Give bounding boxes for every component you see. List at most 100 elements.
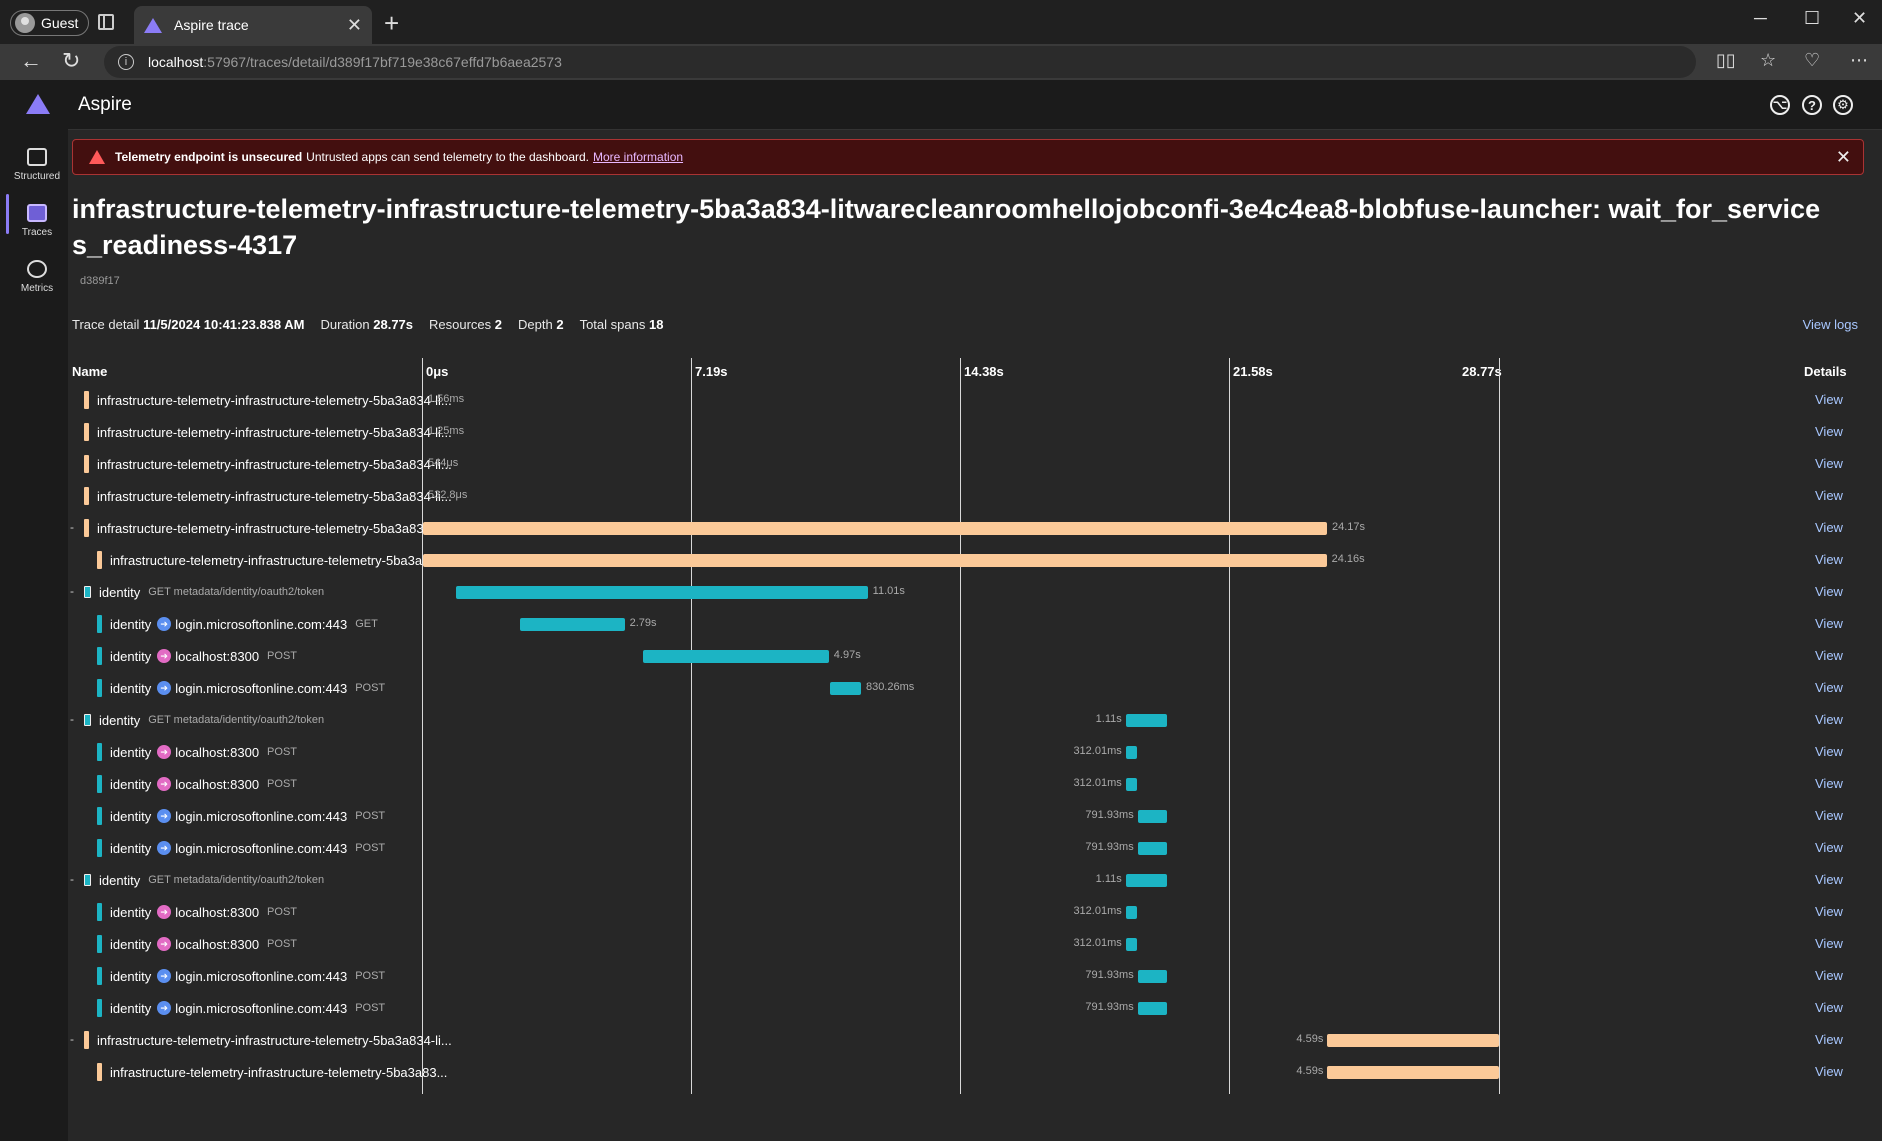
view-span-link[interactable]: View bbox=[1815, 552, 1843, 567]
span-bar[interactable] bbox=[423, 522, 1327, 535]
view-span-link[interactable]: View bbox=[1815, 744, 1843, 759]
span-bar[interactable] bbox=[1125, 874, 1168, 887]
view-span-link[interactable]: View bbox=[1815, 1032, 1843, 1047]
browser-tab[interactable]: Aspire trace ✕ bbox=[134, 6, 372, 44]
span-row[interactable]: identity ➔ localhost:8300 POST 312.01ms View bbox=[68, 896, 1882, 928]
span-row[interactable]: - infrastructure-telemetry-infrastructure… bbox=[68, 1024, 1882, 1056]
view-span-link[interactable]: View bbox=[1815, 840, 1843, 855]
span-bar[interactable] bbox=[1137, 970, 1168, 983]
span-row[interactable]: - identity GET metadata/identity/oauth2/to… bbox=[68, 704, 1882, 736]
minimize-icon[interactable]: ─ bbox=[1754, 8, 1767, 29]
view-span-link[interactable]: View bbox=[1815, 616, 1843, 631]
span-row[interactable]: infrastructure-telemetry-infrastructure-… bbox=[68, 480, 1882, 512]
close-tab-icon[interactable]: ✕ bbox=[347, 15, 362, 36]
resources-value: 2 bbox=[494, 317, 503, 332]
browser-essentials-icon[interactable]: ♡ bbox=[1804, 50, 1820, 71]
view-span-link[interactable]: View bbox=[1815, 776, 1843, 791]
collapse-toggle[interactable]: - bbox=[70, 1032, 74, 1046]
view-span-link[interactable]: View bbox=[1815, 1064, 1843, 1079]
view-span-link[interactable]: View bbox=[1815, 680, 1843, 695]
new-tab-icon[interactable]: + bbox=[384, 8, 399, 39]
span-row[interactable]: infrastructure-telemetry-infrastructure-… bbox=[68, 448, 1882, 480]
window-close-icon[interactable]: ✕ bbox=[1852, 8, 1867, 29]
site-info-icon[interactable]: i bbox=[118, 54, 134, 70]
view-logs-link[interactable]: View logs bbox=[1803, 317, 1858, 332]
traces-icon bbox=[27, 204, 47, 222]
span-row[interactable]: infrastructure-telemetry-infrastructure-… bbox=[68, 1056, 1882, 1088]
maximize-icon[interactable]: ☐ bbox=[1804, 8, 1820, 29]
view-span-link[interactable]: View bbox=[1815, 1000, 1843, 1015]
collapse-toggle[interactable]: - bbox=[70, 584, 74, 598]
collapse-toggle[interactable]: - bbox=[70, 712, 74, 726]
reader-view-icon[interactable]: ▯▯ bbox=[1716, 50, 1736, 71]
span-row[interactable]: infrastructure-telemetry-infrastructure-… bbox=[68, 384, 1882, 416]
view-span-link[interactable]: View bbox=[1815, 456, 1843, 471]
settings-icon[interactable]: ⚙ bbox=[1833, 95, 1853, 115]
view-span-link[interactable]: View bbox=[1815, 648, 1843, 663]
span-row[interactable]: identity ➔ login.microsoftonline.com:443 PO… bbox=[68, 992, 1882, 1024]
view-span-link[interactable]: View bbox=[1815, 968, 1843, 983]
span-bar[interactable] bbox=[1125, 938, 1138, 951]
collapse-toggle[interactable]: - bbox=[70, 520, 74, 534]
span-row[interactable]: infrastructure-telemetry-infrastructure-… bbox=[68, 544, 1882, 576]
view-span-link[interactable]: View bbox=[1815, 424, 1843, 439]
span-row[interactable]: identity ➔ login.microsoftonline.com:443 GE… bbox=[68, 608, 1882, 640]
back-icon[interactable]: ← bbox=[20, 48, 42, 74]
sidebar-item-metrics[interactable]: Metrics bbox=[6, 244, 68, 294]
span-row[interactable]: identity ➔ localhost:8300 POST 312.01ms View bbox=[68, 928, 1882, 960]
view-span-link[interactable]: View bbox=[1815, 808, 1843, 823]
span-row[interactable]: identity ➔ login.microsoftonline.com:443 PO… bbox=[68, 960, 1882, 992]
span-row[interactable]: identity ➔ localhost:8300 POST 312.01ms View bbox=[68, 736, 1882, 768]
span-bar[interactable] bbox=[520, 618, 625, 631]
url-field[interactable]: i localhost :57967/traces/detail/d389f17… bbox=[104, 46, 1696, 78]
view-span-link[interactable]: View bbox=[1815, 392, 1843, 407]
span-bar[interactable] bbox=[1125, 714, 1168, 727]
more-information-link[interactable]: More information bbox=[593, 150, 683, 164]
tab-actions-icon[interactable] bbox=[98, 14, 114, 30]
help-icon[interactable]: ? bbox=[1802, 95, 1822, 115]
span-row[interactable]: - identity GET metadata/identity/oauth2/to… bbox=[68, 576, 1882, 608]
span-bar[interactable] bbox=[1327, 1034, 1499, 1047]
span-bar[interactable] bbox=[1137, 1002, 1168, 1015]
view-span-link[interactable]: View bbox=[1815, 712, 1843, 727]
span-row[interactable]: identity ➔ login.microsoftonline.com:443 PO… bbox=[68, 800, 1882, 832]
view-span-link[interactable]: View bbox=[1815, 520, 1843, 535]
span-duration: 312.01ms bbox=[1073, 905, 1122, 917]
span-row[interactable]: identity ➔ login.microsoftonline.com:443 PO… bbox=[68, 832, 1882, 864]
view-span-link[interactable]: View bbox=[1815, 584, 1843, 599]
span-bar[interactable] bbox=[1327, 1066, 1499, 1079]
span-bar[interactable] bbox=[1125, 746, 1138, 759]
sidebar-item-structured[interactable]: Structured bbox=[6, 132, 68, 182]
span-bar[interactable] bbox=[455, 586, 868, 599]
span-row[interactable]: infrastructure-telemetry-infrastructure-… bbox=[68, 416, 1882, 448]
github-icon[interactable]: ⌥ bbox=[1770, 95, 1790, 115]
span-row[interactable]: identity ➔ login.microsoftonline.com:443 PO… bbox=[68, 672, 1882, 704]
span-row[interactable]: - identity GET metadata/identity/oauth2/to… bbox=[68, 864, 1882, 896]
span-row[interactable]: identity ➔ localhost:8300 POST 4.97s View bbox=[68, 640, 1882, 672]
span-resource-name: infrastructure-telemetry-infrastructure-… bbox=[97, 520, 452, 536]
span-bar[interactable] bbox=[829, 682, 861, 695]
span-bar[interactable] bbox=[1125, 906, 1138, 919]
span-duration: 2.79s bbox=[629, 617, 657, 629]
favorites-icon[interactable]: ☆ bbox=[1760, 50, 1776, 71]
profile-button[interactable]: Guest bbox=[10, 10, 90, 36]
span-bar[interactable] bbox=[1125, 778, 1138, 791]
refresh-icon[interactable]: ↻ bbox=[62, 48, 80, 74]
span-bar[interactable] bbox=[1137, 810, 1168, 823]
span-row[interactable]: identity ➔ localhost:8300 POST 312.01ms View bbox=[68, 768, 1882, 800]
collapse-toggle[interactable]: - bbox=[70, 872, 74, 886]
aspire-logo-icon[interactable] bbox=[26, 94, 50, 114]
sidebar-item-traces[interactable]: Traces bbox=[6, 188, 68, 238]
view-span-link[interactable]: View bbox=[1815, 872, 1843, 887]
dismiss-banner-icon[interactable]: ✕ bbox=[1836, 147, 1851, 168]
span-bar[interactable] bbox=[1137, 842, 1168, 855]
span-bar[interactable] bbox=[423, 554, 1327, 567]
view-span-link[interactable]: View bbox=[1815, 936, 1843, 951]
resource-color-indicator bbox=[84, 455, 89, 473]
span-bar[interactable] bbox=[642, 650, 829, 663]
view-span-link[interactable]: View bbox=[1815, 904, 1843, 919]
span-row[interactable]: - infrastructure-telemetry-infrastructure… bbox=[68, 512, 1882, 544]
more-options-icon[interactable]: ⋯ bbox=[1850, 50, 1868, 71]
view-span-link[interactable]: View bbox=[1815, 488, 1843, 503]
profile-label: Guest bbox=[41, 15, 79, 31]
